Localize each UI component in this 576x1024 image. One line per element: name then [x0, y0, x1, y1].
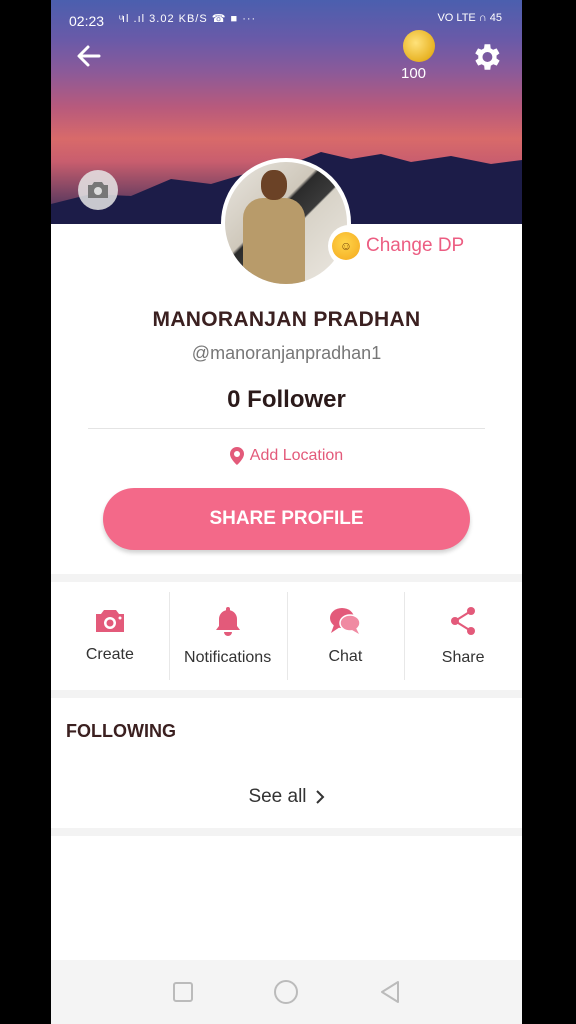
add-location-label: Add Location — [249, 447, 344, 464]
coin-count: 100 — [401, 65, 427, 82]
see-all-link[interactable]: See all — [51, 786, 522, 808]
share-button[interactable]: Share — [404, 582, 522, 690]
system-nav-bar — [51, 960, 522, 1024]
app-screen: 02:23 ͧıl .ıl 3.02 KB/S ☎ ■ ··· VO LTE ∩… — [51, 0, 522, 1024]
status-right-icons: VO LTE ∩ 45 — [437, 12, 502, 24]
empty-content-area — [51, 836, 522, 960]
chat-button[interactable]: Chat — [286, 582, 405, 690]
avatar[interactable] — [221, 158, 351, 288]
see-all-label: See all — [248, 786, 307, 807]
location-pin-icon — [229, 447, 244, 465]
chevron-right-icon — [315, 790, 324, 804]
kissing-face-icon: ☺ — [332, 232, 360, 260]
action-bar: Create Notifications Chat Share — [51, 582, 522, 690]
status-time: 02:23 — [69, 13, 105, 29]
avatar-person-body — [243, 198, 305, 284]
notifications-label: Notifications — [184, 649, 272, 666]
following-title: FOLLOWING — [66, 721, 176, 741]
avatar-person-head — [261, 170, 287, 200]
settings-gear-icon[interactable] — [469, 40, 503, 74]
home-icon[interactable] — [273, 979, 299, 1005]
following-section: FOLLOWING See all — [51, 698, 522, 828]
divider — [88, 428, 485, 429]
cover-camera-icon[interactable] — [78, 170, 118, 210]
bell-icon — [215, 607, 240, 636]
back-nav-icon[interactable] — [377, 979, 403, 1005]
change-dp-label: Change DP — [366, 235, 465, 256]
share-icon — [451, 607, 476, 635]
notifications-button[interactable]: Notifications — [168, 582, 287, 690]
follower-count[interactable]: 0 Follower — [51, 386, 522, 414]
profile-handle: @manoranjanpradhan1 — [191, 343, 382, 363]
status-bar: 02:23 ͧıl .ıl 3.02 KB/S ☎ ■ ··· VO LTE ∩… — [51, 0, 522, 40]
recent-apps-icon[interactable] — [170, 979, 196, 1005]
create-button[interactable]: Create — [51, 582, 169, 690]
status-icons: ͧıl .ıl 3.02 KB/S ☎ ■ ··· — [121, 13, 257, 25]
share-profile-button[interactable]: SHARE PROFILE — [103, 488, 470, 550]
back-arrow-icon[interactable] — [73, 40, 105, 72]
chat-label: Chat — [328, 648, 363, 665]
change-dp-button[interactable]: ☺ Change DP — [328, 225, 475, 267]
camera-icon — [95, 610, 124, 632]
chat-bubbles-icon — [330, 608, 362, 634]
profile-name: MANORANJAN PRADHAN — [152, 308, 421, 331]
add-location-link[interactable]: Add Location — [51, 447, 522, 465]
coin-icon[interactable] — [403, 30, 435, 62]
create-label: Create — [85, 646, 134, 663]
share-label: Share — [441, 649, 485, 666]
